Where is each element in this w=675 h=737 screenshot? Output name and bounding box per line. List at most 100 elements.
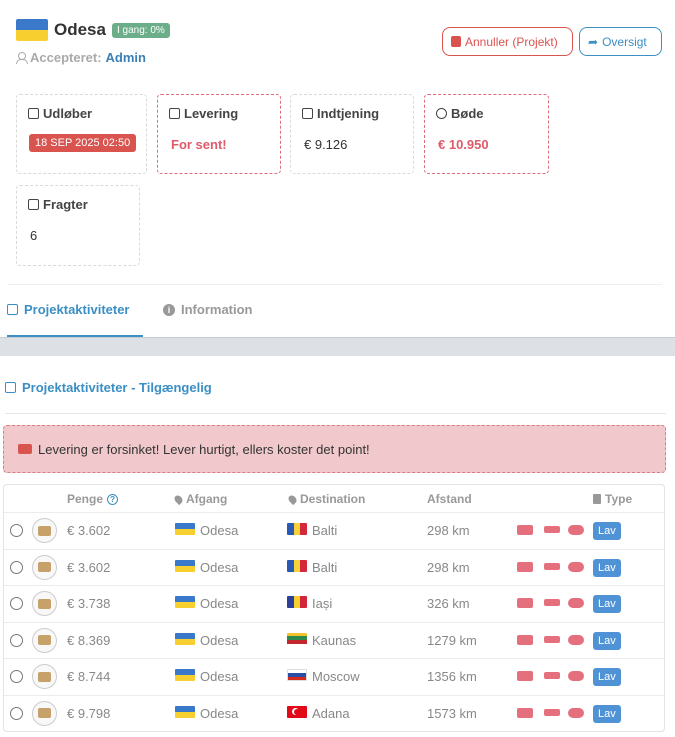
fine-label: Bøde xyxy=(451,106,484,121)
accepted-by: Accepteret: Admin xyxy=(16,50,146,65)
tab-project-activities[interactable]: Projektaktiviteter xyxy=(7,302,130,317)
truck-icon xyxy=(517,706,533,720)
truck-icon xyxy=(517,596,533,610)
freight-label: Fragter xyxy=(43,197,88,212)
money-cell: € 3.602 xyxy=(67,559,111,575)
truck-icon xyxy=(517,560,533,574)
fine-value: € 10.950 xyxy=(438,137,489,152)
receipt-icon xyxy=(302,108,313,119)
type-badge: Lav xyxy=(593,522,621,540)
document-icon xyxy=(169,108,180,119)
trailer-icon xyxy=(544,523,560,537)
trailer-icon xyxy=(544,596,560,610)
header-departure: Afgang xyxy=(172,492,227,506)
type-badge: Lav xyxy=(593,558,621,577)
type-badge: Lav xyxy=(593,668,621,686)
title-row: Odesa I gang: 0% xyxy=(16,17,170,43)
country-flag-icon xyxy=(287,632,307,648)
trailer-icon xyxy=(544,669,560,683)
delivery-status: For sent! xyxy=(171,137,227,152)
distance-cell: 1279 km xyxy=(427,632,477,648)
trailer-icon xyxy=(544,706,560,720)
table-row[interactable]: € 8.369 Odesa Kaunas 1279 km Lav xyxy=(4,621,664,658)
distance-cell: 298 km xyxy=(427,559,470,575)
tab-label: Information xyxy=(181,302,253,317)
departure-cell: Odesa xyxy=(175,632,238,648)
help-icon[interactable]: ? xyxy=(107,493,119,505)
money-cell: € 3.738 xyxy=(67,596,111,611)
expires-date-badge: 18 SEP 2025 02:50 xyxy=(29,134,137,152)
distance-cell: 326 km xyxy=(427,596,470,611)
table-row[interactable]: € 9.798 Odesa Adana 1573 km Lav xyxy=(4,694,664,731)
row-radio[interactable] xyxy=(10,560,23,574)
delivery-label: Levering xyxy=(184,106,239,121)
users-icon xyxy=(568,523,584,537)
tab-information[interactable]: i Information xyxy=(163,302,253,317)
country-flag-icon xyxy=(287,559,307,575)
cargo-icon xyxy=(32,664,57,689)
destination-cell: Balti xyxy=(287,559,337,575)
ukraine-flag-icon xyxy=(175,705,195,721)
truck-icon xyxy=(517,633,533,647)
section-title-text: Projektaktiviteter - Tilgængelig xyxy=(22,380,212,395)
map-pin-icon xyxy=(172,493,185,505)
trailer-icon xyxy=(544,633,560,647)
cargo-icon xyxy=(32,518,57,543)
header-money: Penge ? xyxy=(67,492,119,506)
tab-label: Projektaktiviteter xyxy=(24,302,130,317)
overview-button[interactable]: ➦ Oversigt xyxy=(579,27,662,56)
cancel-project-button[interactable]: Annuller (Projekt) xyxy=(442,27,573,56)
destination-cell: Kaunas xyxy=(287,632,356,648)
ukraine-flag-icon xyxy=(16,19,48,41)
cargo-icon xyxy=(32,554,57,580)
type-badge: Lav xyxy=(593,704,621,723)
money-cell: € 3.602 xyxy=(67,523,111,538)
table-row[interactable]: € 3.738 Odesa Iași 326 km Lav xyxy=(4,585,664,621)
project-header: Odesa I gang: 0% Accepteret: Admin Annul… xyxy=(16,17,662,67)
truck-icon xyxy=(517,523,533,537)
row-radio[interactable] xyxy=(10,633,23,647)
earnings-card: Indtjening € 9.126 xyxy=(290,94,414,174)
header-distance: Afstand xyxy=(427,492,472,506)
users-icon xyxy=(568,706,584,720)
table-row[interactable]: € 3.602 Odesa Balti 298 km Lav xyxy=(4,548,664,585)
section-title: Projektaktiviteter - Tilgængelig xyxy=(5,380,212,395)
clipboard-icon xyxy=(593,494,601,504)
fine-card: Bøde € 10.950 xyxy=(424,94,549,174)
ukraine-flag-icon xyxy=(175,669,195,684)
earnings-value: € 9.126 xyxy=(304,137,348,152)
users-icon xyxy=(568,596,584,610)
row-radio[interactable] xyxy=(10,706,23,720)
destination-cell: Balti xyxy=(287,523,337,538)
cargo-icon xyxy=(32,591,57,616)
table-row[interactable]: € 8.744 Odesa Moscow 1356 km Lav xyxy=(4,658,664,694)
accepted-user-link[interactable]: Admin xyxy=(106,50,146,65)
map-pin-icon xyxy=(286,493,299,505)
truck-icon xyxy=(18,444,32,454)
divider xyxy=(5,413,666,414)
cargo-icon xyxy=(32,700,57,726)
money-cell: € 8.744 xyxy=(67,669,111,684)
row-radio[interactable] xyxy=(10,524,23,537)
table-row[interactable]: € 3.602 Odesa Balti 298 km Lav xyxy=(4,512,664,548)
user-icon xyxy=(16,52,28,64)
departure-cell: Odesa xyxy=(175,559,238,575)
share-arrow-icon: ➦ xyxy=(588,34,599,49)
ukraine-flag-icon xyxy=(175,596,195,611)
destination-cell: Adana xyxy=(287,705,350,721)
departure-cell: Odesa xyxy=(175,596,238,611)
destination-cell: Moscow xyxy=(287,669,360,684)
expires-label: Udløber xyxy=(43,106,93,121)
destination-cell: Iași xyxy=(287,596,332,611)
country-flag-icon xyxy=(287,705,307,721)
overview-button-label: Oversigt xyxy=(602,34,647,49)
header-type: Type xyxy=(593,492,632,506)
pallet-icon xyxy=(28,199,39,210)
users-icon xyxy=(568,669,584,683)
pallet-icon xyxy=(7,304,18,315)
row-radio[interactable] xyxy=(10,597,23,610)
distance-cell: 1573 km xyxy=(427,705,477,721)
cancel-button-label: Annuller (Projekt) xyxy=(465,34,558,49)
cargo-icon xyxy=(32,627,57,653)
row-radio[interactable] xyxy=(10,670,23,683)
